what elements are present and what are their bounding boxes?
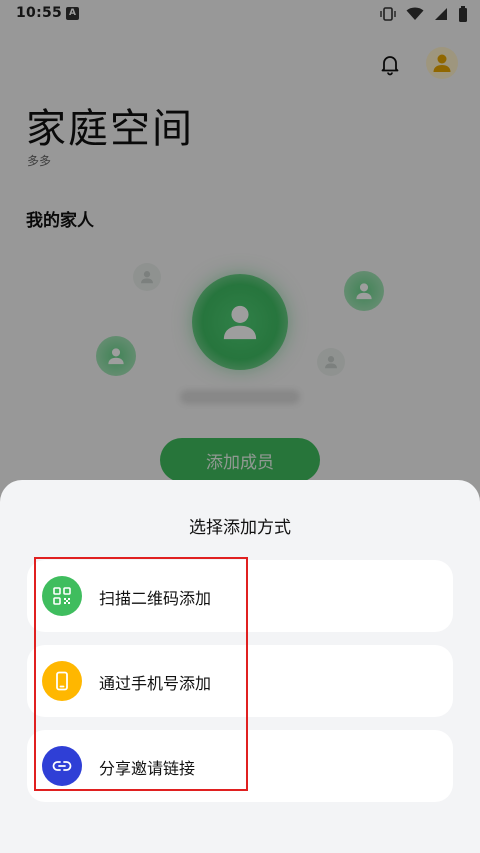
- sheet-title: 选择添加方式: [189, 518, 291, 538]
- annotation-highlight-box: [34, 557, 248, 791]
